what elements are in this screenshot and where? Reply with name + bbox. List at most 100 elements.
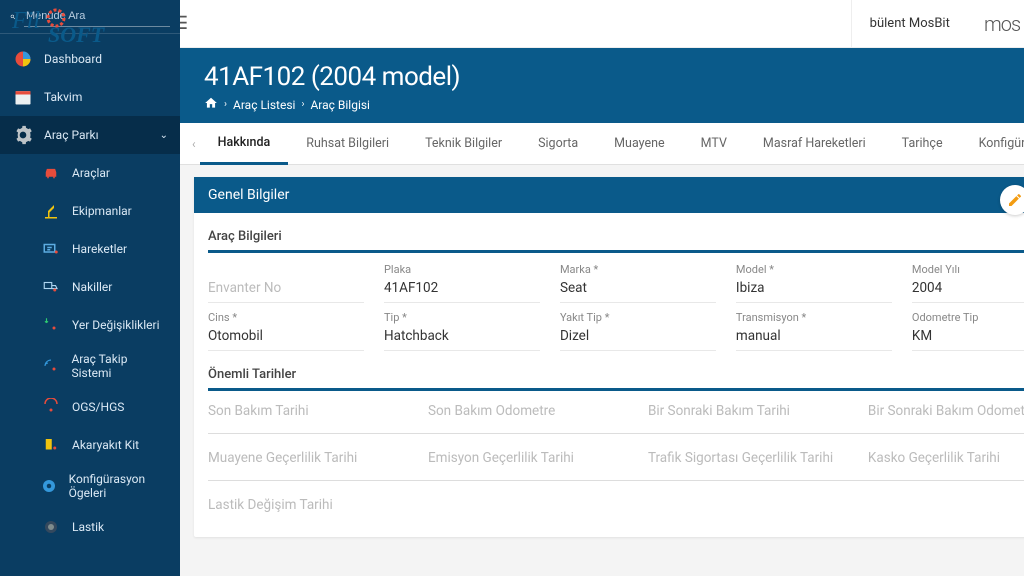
field-cins: Cins * Otomobil (208, 311, 364, 351)
field-label: Trafik Sigortası Geçerlilik Tarihi (648, 448, 848, 472)
svg-text:mos: mos (984, 12, 1021, 36)
sidebar: Dashboard Takvim Araç Parkı ⌄ Araçlar Ek… (0, 0, 180, 576)
svg-text:Fil: Fil (12, 8, 40, 34)
tab-masraf[interactable]: Masraf Hareketleri (745, 123, 884, 165)
sidebar-item-label: Yer Değişiklikleri (72, 318, 160, 332)
fuel-icon (40, 434, 62, 456)
filosoft-logo: Fil SOFT (8, 0, 126, 48)
field-son-bakim-odom: Son Bakım Odometre (428, 401, 628, 425)
field-kasko: Kasko Geçerlilik Tarihi (868, 448, 1024, 472)
pie-chart-icon (12, 48, 34, 70)
field-muayene-gecerlilik: Muayene Geçerlilik Tarihi (208, 448, 408, 472)
car-icon (40, 162, 62, 184)
sidebar-item-label: Nakiller (72, 280, 112, 294)
field-tip: Tip * Hatchback (384, 311, 540, 351)
sidebar-item-hareketler[interactable]: Hareketler (0, 230, 180, 268)
card-header: Genel Bilgiler (194, 177, 1024, 213)
sidebar-menu: Dashboard Takvim Araç Parkı ⌄ Araçlar Ek… (0, 34, 180, 576)
breadcrumb-item[interactable]: Araç Listesi (233, 98, 295, 112)
tab-mtv[interactable]: MTV (683, 123, 745, 165)
sidebar-item-label: Lastik (72, 520, 104, 534)
sidebar-item-ogs-hgs[interactable]: OGS/HGS (0, 388, 180, 426)
page-header: 41AF102 (2004 model) › Araç Listesi › Ar… (180, 48, 1024, 123)
chevron-right-icon: › (224, 99, 227, 110)
sidebar-item-lastik[interactable]: Lastik (0, 508, 180, 546)
breadcrumb: › Araç Listesi › Araç Bilgisi (204, 96, 1024, 113)
tab-muayene[interactable]: Muayene (596, 123, 683, 165)
section-title: Önemli Tarihler (208, 361, 1024, 388)
fields-row: Son Bakım Tarihi Son Bakım Odometre Bir … (208, 401, 1024, 425)
fields-row: Envanter No Plaka 41AF102 Marka * Seat M… (208, 263, 1024, 303)
sidebar-item-ekipmanlar[interactable]: Ekipmanlar (0, 192, 180, 230)
breadcrumb-item: Araç Bilgisi (310, 98, 370, 112)
sidebar-item-nakiller[interactable]: Nakiller (0, 268, 180, 306)
field-label: Kasko Geçerlilik Tarihi (868, 448, 1024, 472)
field-value: 41AF102 (384, 278, 540, 303)
field-label (208, 263, 364, 276)
truck-icon (40, 276, 62, 298)
field-label: Emisyon Geçerlilik Tarihi (428, 448, 628, 472)
tab-hakkinda[interactable]: Hakkında (200, 123, 289, 165)
card-genel-bilgiler: Genel Bilgiler Araç Bilgileri Envanter N… (194, 177, 1024, 537)
field-transmisyon: Transmisyon * manual (736, 311, 892, 351)
sidebar-item-label: Takvim (44, 90, 82, 104)
user-menu[interactable]: bülent MosBit (851, 0, 968, 48)
field-lastik-degisim: Lastik Değişim Tarihi (208, 495, 408, 519)
field-model: Model * Ibiza (736, 263, 892, 303)
field-label: Marka * (560, 263, 716, 276)
sidebar-item-label: Araçlar (72, 166, 110, 180)
sidebar-item-label: OGS/HGS (72, 400, 124, 414)
sidebar-item-takvim[interactable]: Takvim (0, 78, 180, 116)
tab-scroll-left[interactable]: ‹ (188, 137, 200, 151)
fields-row: Muayene Geçerlilik Tarihi Emisyon Geçerl… (208, 448, 1024, 472)
section-underline (208, 388, 1024, 391)
field-value: Hatchback (384, 326, 540, 351)
tab-tarihce[interactable]: Tarihçe (884, 123, 961, 165)
tab-sigorta[interactable]: Sigorta (520, 123, 596, 165)
field-sonraki-bakim-odom: Bir Sonraki Bakım Odometre (868, 401, 1024, 425)
section-title: Araç Bilgileri (208, 223, 1024, 250)
field-label: Model Yılı (912, 263, 1024, 276)
fields-row: Cins * Otomobil Tip * Hatchback Yakıt Ti… (208, 311, 1024, 351)
sidebar-item-label: Araç Parkı (44, 128, 99, 142)
field-label: Model * (736, 263, 892, 276)
sidebar-item-arac-takip[interactable]: Araç Takip Sistemi (0, 344, 180, 388)
field-label: Son Bakım Odometre (428, 401, 628, 425)
tabs: ‹ Hakkında Ruhsat Bilgileri Teknik Bilgi… (180, 123, 1024, 165)
field-label: Transmisyon * (736, 311, 892, 324)
field-value: manual (736, 326, 892, 351)
field-label: Bir Sonraki Bakım Tarihi (648, 401, 848, 425)
field-value: Envanter No (208, 278, 364, 303)
sidebar-item-araclar[interactable]: Araçlar (0, 154, 180, 192)
fields-row: Lastik Değişim Tarihi (208, 495, 1024, 519)
content: Genel Bilgiler Araç Bilgileri Envanter N… (180, 165, 1024, 576)
sidebar-item-label: Konfigürasyon Ögeleri (69, 472, 168, 500)
chevron-right-icon: › (301, 99, 304, 110)
sidebar-item-akaryakit[interactable]: Akaryakıt Kit (0, 426, 180, 464)
sidebar-item-arac-parki[interactable]: Araç Parkı ⌄ (0, 116, 180, 154)
tab-ruhsat[interactable]: Ruhsat Bilgileri (288, 123, 407, 165)
card-title: Genel Bilgiler (208, 187, 289, 203)
sidebar-submenu: Araçlar Ekipmanlar Hareketler Nakiller Y… (0, 154, 180, 546)
svg-text:SOFT: SOFT (48, 22, 106, 44)
chevron-down-icon: ⌄ (160, 130, 168, 141)
divider (208, 433, 1024, 434)
tire-icon (40, 516, 62, 538)
field-value: KM (912, 326, 1024, 351)
gear-icon (12, 124, 34, 146)
field-marka: Marka * Seat (560, 263, 716, 303)
location-swap-icon (40, 314, 62, 336)
home-icon[interactable] (204, 96, 218, 113)
edit-button[interactable] (1000, 185, 1024, 215)
toll-icon (40, 396, 62, 418)
card-actions (1000, 185, 1024, 215)
sidebar-item-yer-degisiklikleri[interactable]: Yer Değişiklikleri (0, 306, 180, 344)
field-label: Bir Sonraki Bakım Odometre (868, 401, 1024, 425)
tab-konfigurasyon[interactable]: Konfigürasyon (961, 123, 1024, 165)
user-name: bülent MosBit (870, 16, 950, 31)
field-label: Odometre Tip (912, 311, 1024, 324)
sidebar-item-konfigurasyon[interactable]: Konfigürasyon Ögeleri (0, 464, 180, 508)
field-model-yili: Model Yılı 2004 (912, 263, 1024, 303)
tab-teknik[interactable]: Teknik Bilgiler (407, 123, 520, 165)
field-label: Son Bakım Tarihi (208, 401, 408, 425)
